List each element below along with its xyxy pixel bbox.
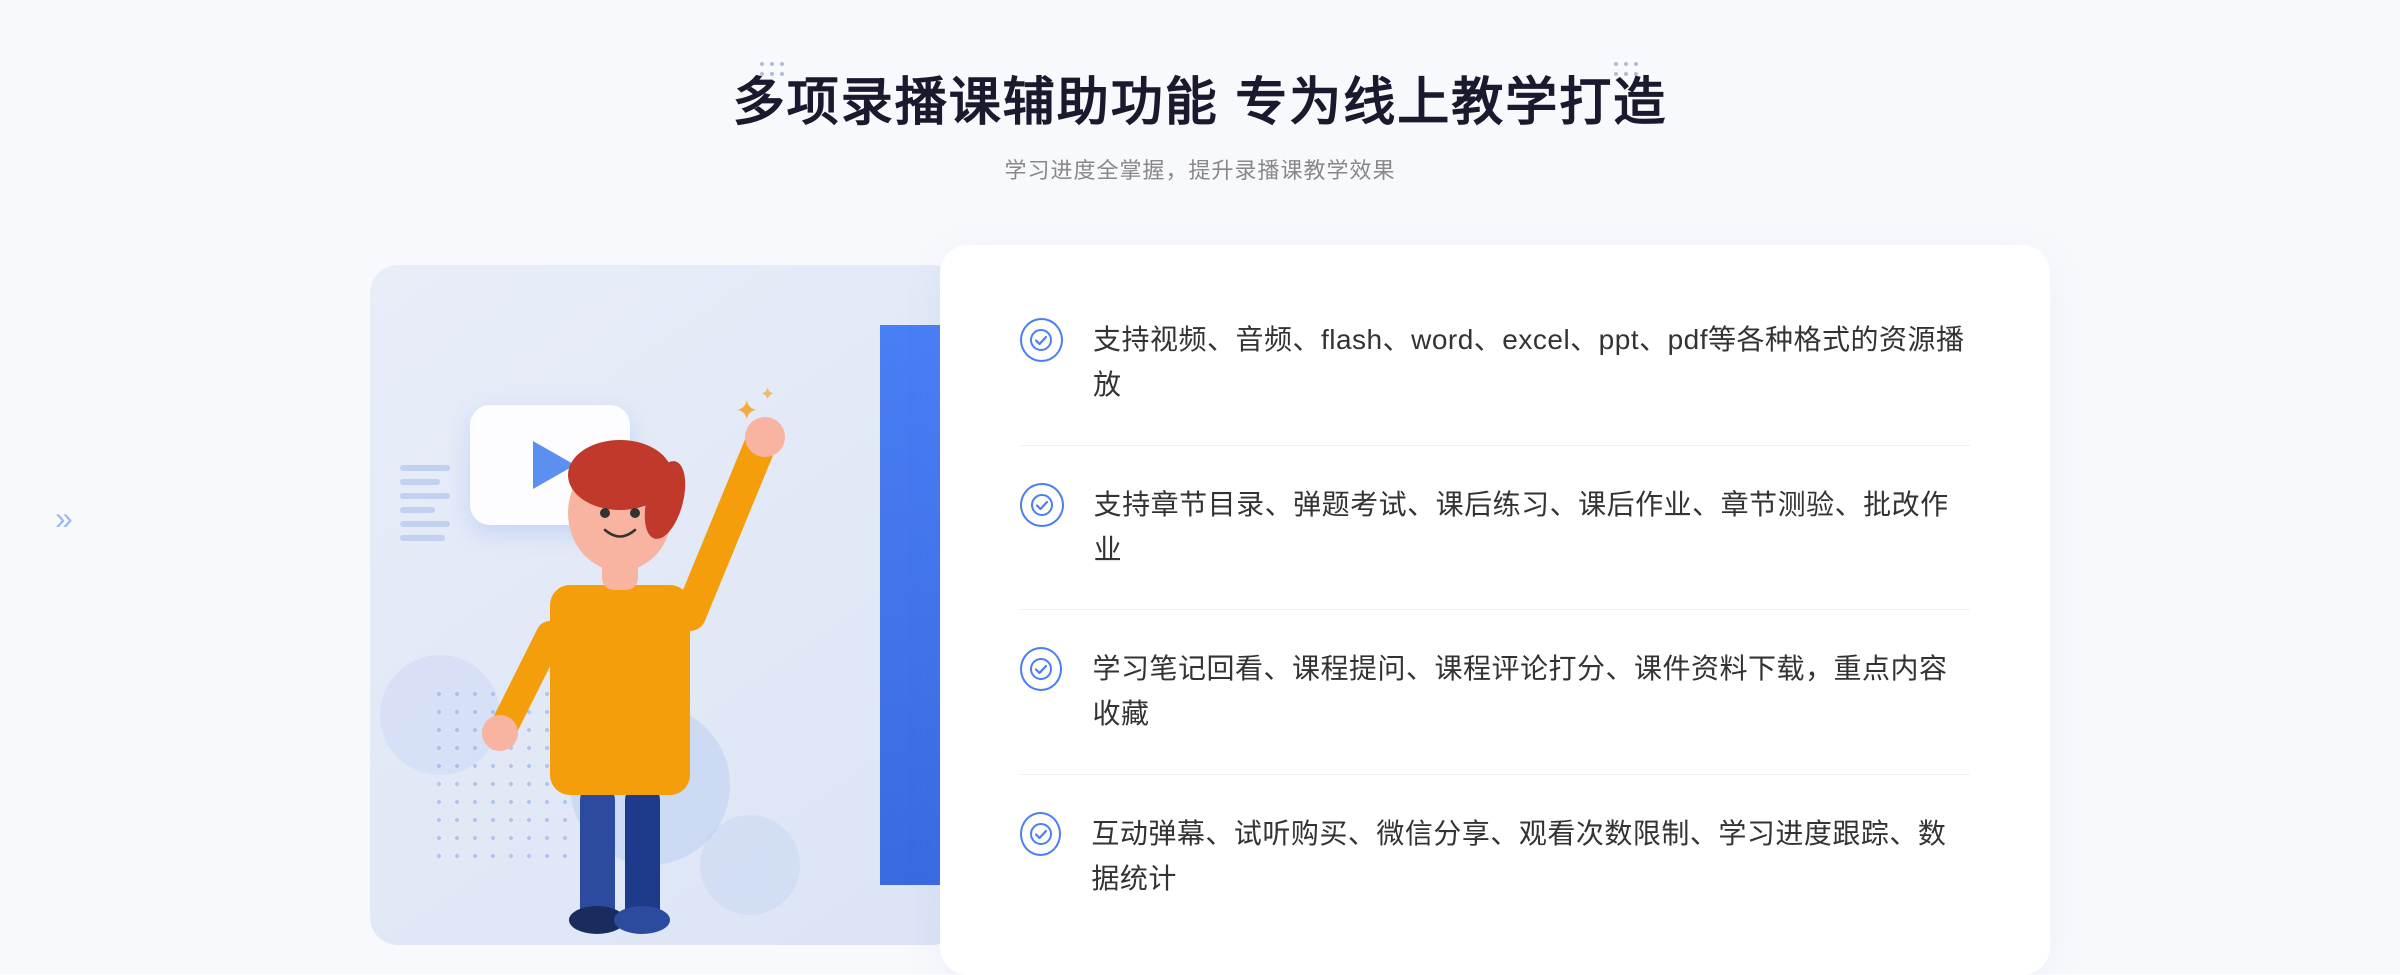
page-container: 多项录播课辅助功能 专为线上教学打造 学习进度全掌握，提升录播课教学效果 » <box>0 0 2400 974</box>
feature-text-3: 学习笔记回看、课程提问、课程评论打分、课件资料下载，重点内容收藏 <box>1092 647 1970 737</box>
feature-item-3: 学习笔记回看、课程提问、课程评论打分、课件资料下载，重点内容收藏 <box>1020 647 1970 737</box>
feature-item-4: 互动弹幕、试听购买、微信分享、观看次数限制、学习进度跟踪、数据统计 <box>1020 812 1970 902</box>
check-icon-1 <box>1020 318 1063 362</box>
feature-text-1: 支持视频、音频、flash、word、excel、ppt、pdf等各种格式的资源… <box>1093 318 1970 408</box>
sub-title: 学习进度全掌握，提升录播课教学效果 <box>733 153 1667 185</box>
svg-text:✦: ✦ <box>735 395 758 426</box>
left-arrow-decoration: » <box>55 500 73 537</box>
svg-text:✦: ✦ <box>760 384 775 404</box>
check-icon-3 <box>1020 647 1062 691</box>
divider-3 <box>1020 774 1970 775</box>
features-panel: 支持视频、音频、flash、word、excel、ppt、pdf等各种格式的资源… <box>940 245 2050 975</box>
feature-text-2: 支持章节目录、弹题考试、课后练习、课后作业、章节测验、批改作业 <box>1094 483 1970 573</box>
deco-stripes <box>400 465 450 645</box>
feature-item-2: 支持章节目录、弹题考试、课后练习、课后作业、章节测验、批改作业 <box>1020 483 1970 573</box>
illustration-card: » <box>370 265 960 945</box>
divider-1 <box>1020 445 1970 446</box>
check-icon-2 <box>1020 483 1064 527</box>
check-icon-4 <box>1020 812 1061 856</box>
content-area: » <box>350 245 2050 975</box>
main-title: 多项录播课辅助功能 专为线上教学打造 <box>733 60 1667 135</box>
header-section: 多项录播课辅助功能 专为线上教学打造 学习进度全掌握，提升录播课教学效果 <box>733 60 1667 185</box>
divider-2 <box>1020 609 1970 610</box>
illustration-wrapper: » <box>350 245 1000 975</box>
feature-item-1: 支持视频、音频、flash、word、excel、ppt、pdf等各种格式的资源… <box>1020 318 1970 408</box>
person-figure: ✦ ✦ <box>450 365 790 945</box>
feature-text-4: 互动弹幕、试听购买、微信分享、观看次数限制、学习进度跟踪、数据统计 <box>1091 812 1970 902</box>
